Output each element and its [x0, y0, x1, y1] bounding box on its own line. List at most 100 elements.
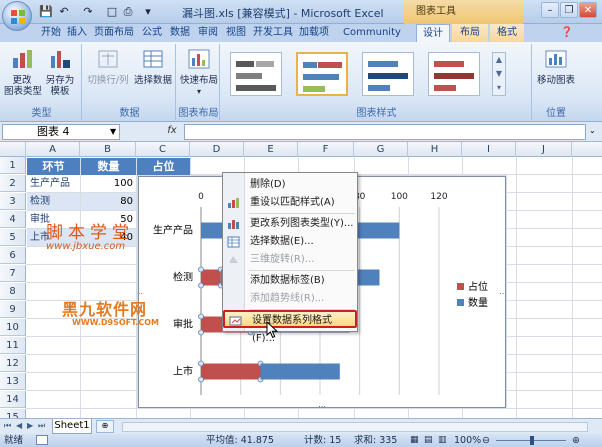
view-normal-icon[interactable]: ▦ [410, 434, 419, 447]
zoom-out-icon[interactable]: ⊖ [482, 434, 490, 447]
zoom-level[interactable]: 100% [454, 434, 481, 447]
qat-dropdown-icon[interactable]: ▾ [140, 4, 156, 19]
row-header[interactable]: 1 [0, 157, 26, 174]
formula-input[interactable] [184, 124, 586, 140]
zoom-slider-thumb[interactable] [530, 436, 534, 445]
redo-icon[interactable]: ↷ [80, 4, 96, 19]
select-data-icon [143, 50, 163, 68]
table-cell[interactable]: 检测 [27, 193, 80, 210]
row-header[interactable]: 8 [0, 283, 26, 300]
row-header[interactable]: 14 [0, 391, 26, 408]
tab-community-clips[interactable]: Community Clips [332, 24, 412, 56]
quick-layout-button[interactable]: 快速布局 ▾ [179, 48, 219, 97]
tab-design[interactable]: 设计 [416, 24, 450, 43]
undo-icon[interactable]: ↶ [56, 4, 72, 19]
change-chart-type-button[interactable]: 更改 图表类型 [4, 48, 42, 97]
tab-view[interactable]: 视图 [222, 24, 250, 42]
name-box-dropdown-icon[interactable]: ▼ [110, 127, 116, 136]
menu-item-select-data[interactable]: 选择数据(E)... [223, 233, 357, 251]
status-bar: 就绪 平均值: 41.875 计数: 15 求和: 335 ▦ ▤ ▥ 100%… [0, 434, 602, 447]
bar-quantity[interactable] [260, 363, 340, 380]
tab-format[interactable]: 格式 [490, 24, 524, 42]
tab-data[interactable]: 数据 [166, 24, 194, 42]
view-page-break-icon[interactable]: ▥ [438, 434, 447, 447]
col-header[interactable]: D [190, 142, 244, 157]
row-header[interactable]: 7 [0, 265, 26, 282]
minimize-button[interactable]: – [541, 2, 559, 18]
switch-row-column-button[interactable]: 切换行/列 [86, 48, 130, 86]
save-as-template-button[interactable]: 另存为 模板 [42, 48, 78, 97]
tab-page-layout[interactable]: 页面布局 [90, 24, 138, 42]
menu-item-format-data-series[interactable]: 设置数据系列格式(F)... [223, 310, 357, 344]
save-icon[interactable]: 💾 [38, 4, 54, 19]
tab-layout[interactable]: 布局 [452, 24, 488, 42]
col-header[interactable]: J [516, 142, 572, 157]
move-chart-button[interactable]: 移动图表 [534, 48, 578, 86]
table-header[interactable]: 占位 [137, 158, 190, 175]
restore-button[interactable]: ❐ [560, 2, 578, 18]
row-header[interactable]: 6 [0, 247, 26, 264]
col-header[interactable]: F [298, 142, 354, 157]
tab-addins[interactable]: 加载项 [296, 24, 332, 42]
tab-formulas[interactable]: 公式 [138, 24, 166, 42]
table-header[interactable]: 数量 [81, 158, 136, 175]
expand-formula-icon[interactable]: ⌄ [589, 126, 596, 135]
zoom-in-icon[interactable]: ⊕ [572, 434, 580, 447]
horizontal-scrollbar[interactable] [122, 422, 588, 432]
bar-placeholder[interactable] [201, 363, 261, 380]
print-icon[interactable]: ⎙ [120, 4, 136, 19]
row-header[interactable]: 5 [0, 229, 26, 246]
menu-item-add-data-labels[interactable]: 添加数据标签(B) [223, 272, 357, 290]
macro-record-icon[interactable] [36, 435, 48, 445]
col-header[interactable]: H [408, 142, 462, 157]
menu-item-delete[interactable]: 删除(D) [223, 176, 357, 194]
menu-item-change-series-type[interactable]: 更改系列图表类型(Y)... [223, 215, 357, 233]
mouse-cursor-icon [266, 321, 278, 339]
table-cell[interactable]: 80 [81, 193, 136, 210]
col-header[interactable]: B [80, 142, 136, 157]
col-header[interactable]: C [136, 142, 190, 157]
bar-placeholder[interactable] [201, 269, 221, 286]
styles-scroll[interactable]: ▲ ▼ ▾ [492, 52, 506, 96]
row-header[interactable]: 2 [0, 175, 26, 192]
col-header[interactable]: A [26, 142, 80, 157]
next-sheet-icon[interactable]: ▶ [27, 421, 33, 430]
name-box[interactable]: 图表 4 [2, 124, 120, 140]
table-cell[interactable]: 100 [81, 175, 136, 192]
chart-style-1[interactable] [230, 52, 282, 96]
chart-style-2[interactable] [296, 52, 348, 96]
new-icon[interactable]: □ [104, 4, 120, 19]
tab-review[interactable]: 审阅 [194, 24, 222, 42]
table-header[interactable]: 环节 [27, 158, 80, 175]
row-header[interactable]: 3 [0, 193, 26, 210]
sheet-tab[interactable]: Sheet1 [52, 419, 92, 434]
row-header[interactable]: 12 [0, 355, 26, 372]
col-header[interactable]: E [244, 142, 298, 157]
col-header[interactable]: I [462, 142, 516, 157]
row-header[interactable]: 11 [0, 337, 26, 354]
insert-function-button[interactable]: fx [162, 125, 182, 139]
select-data-button[interactable]: 选择数据 [132, 48, 174, 86]
close-button[interactable]: ✕ [579, 2, 597, 18]
row-header[interactable]: 15 [0, 409, 26, 418]
first-sheet-icon[interactable]: ⏮ [4, 421, 11, 431]
row-header[interactable]: 10 [0, 319, 26, 336]
help-icon[interactable]: ❓ [560, 24, 574, 42]
prev-sheet-icon[interactable]: ◀ [16, 421, 22, 430]
tab-developer[interactable]: 开发工具 [250, 24, 296, 42]
select-all-corner[interactable] [0, 142, 26, 157]
row-header[interactable]: 13 [0, 373, 26, 390]
view-page-layout-icon[interactable]: ▤ [424, 434, 433, 447]
last-sheet-icon[interactable]: ⏭ [38, 421, 45, 431]
menu-item-reset-style[interactable]: 重设以匹配样式(A) [223, 194, 357, 212]
table-cell[interactable]: 生产产品 [27, 175, 80, 192]
col-header[interactable]: G [354, 142, 408, 157]
insert-sheet-icon[interactable]: ⊕ [96, 420, 114, 433]
row-header[interactable]: 9 [0, 301, 26, 318]
tab-home[interactable]: 开始 [38, 24, 64, 42]
office-button[interactable] [2, 1, 32, 31]
row-header[interactable]: 4 [0, 211, 26, 228]
chart-style-4[interactable] [428, 52, 480, 96]
chart-style-3[interactable] [362, 52, 414, 96]
tab-insert[interactable]: 插入 [64, 24, 90, 42]
